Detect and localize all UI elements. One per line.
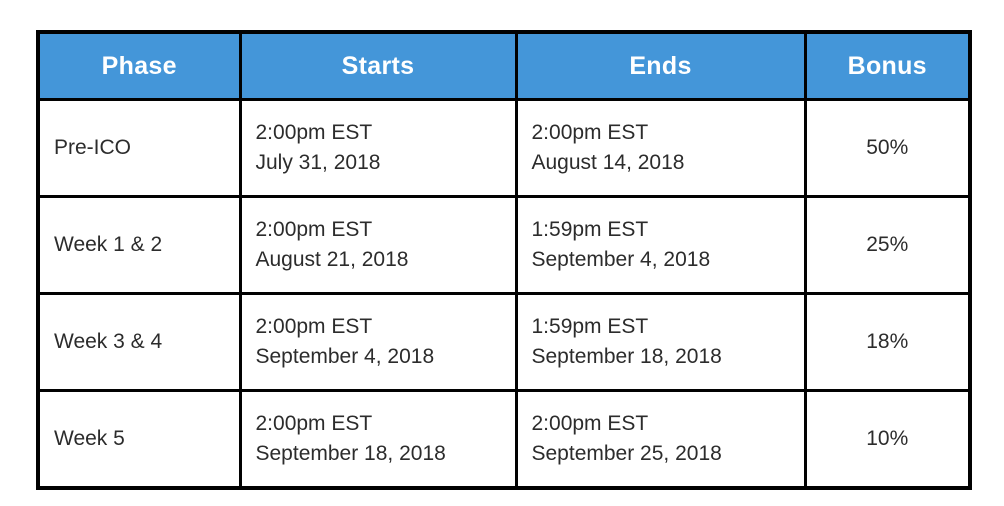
cell-starts: 2:00pm EST July 31, 2018 bbox=[238, 98, 518, 198]
table-header: Phase Starts Ends Bonus bbox=[36, 30, 972, 101]
ends-time: 2:00pm EST bbox=[531, 121, 649, 145]
ico-bonus-schedule-table: Phase Starts Ends Bonus Pre-ICO 2:00pm E… bbox=[36, 30, 972, 490]
cell-bonus: 18% bbox=[803, 292, 972, 392]
table-row: Week 5 2:00pm EST September 18, 2018 2:0… bbox=[36, 389, 972, 490]
ends-date: August 14, 2018 bbox=[531, 151, 685, 174]
starts-time: 2:00pm EST bbox=[255, 412, 373, 436]
page-root: Phase Starts Ends Bonus Pre-ICO 2:00pm E… bbox=[0, 0, 1004, 506]
starts-date: September 4, 2018 bbox=[255, 345, 435, 368]
column-header-starts: Starts bbox=[238, 30, 518, 101]
ends-date: September 25, 2018 bbox=[531, 442, 722, 465]
starts-time: 2:00pm EST bbox=[255, 315, 373, 339]
starts-date: September 18, 2018 bbox=[255, 442, 446, 465]
cell-starts: 2:00pm EST August 21, 2018 bbox=[238, 195, 518, 295]
cell-phase: Pre-ICO bbox=[36, 98, 242, 198]
cell-phase: Week 1 & 2 bbox=[36, 195, 242, 295]
cell-phase: Week 3 & 4 bbox=[36, 292, 242, 392]
table-row: Pre-ICO 2:00pm EST July 31, 2018 2:00pm … bbox=[36, 98, 972, 198]
cell-ends: 2:00pm EST August 14, 2018 bbox=[514, 98, 807, 198]
ends-time: 1:59pm EST bbox=[531, 315, 649, 339]
starts-time: 2:00pm EST bbox=[255, 218, 373, 242]
cell-ends: 2:00pm EST September 25, 2018 bbox=[514, 389, 807, 490]
ends-date: September 4, 2018 bbox=[531, 248, 711, 271]
table-row: Week 1 & 2 2:00pm EST August 21, 2018 1:… bbox=[36, 195, 972, 295]
table-header-row: Phase Starts Ends Bonus bbox=[36, 30, 972, 101]
cell-bonus: 25% bbox=[803, 195, 972, 295]
cell-ends: 1:59pm EST September 18, 2018 bbox=[514, 292, 807, 392]
column-header-ends: Ends bbox=[514, 30, 807, 101]
ends-time: 2:00pm EST bbox=[531, 412, 649, 436]
ends-date: September 18, 2018 bbox=[531, 345, 722, 368]
cell-bonus: 50% bbox=[803, 98, 972, 198]
cell-ends: 1:59pm EST September 4, 2018 bbox=[514, 195, 807, 295]
cell-starts: 2:00pm EST September 18, 2018 bbox=[238, 389, 518, 490]
cell-phase: Week 5 bbox=[36, 389, 242, 490]
cell-starts: 2:00pm EST September 4, 2018 bbox=[238, 292, 518, 392]
starts-time: 2:00pm EST bbox=[255, 121, 373, 145]
table-body: Pre-ICO 2:00pm EST July 31, 2018 2:00pm … bbox=[36, 98, 972, 490]
column-header-bonus: Bonus bbox=[803, 30, 972, 101]
table-row: Week 3 & 4 2:00pm EST September 4, 2018 … bbox=[36, 292, 972, 392]
cell-bonus: 10% bbox=[803, 389, 972, 490]
ends-time: 1:59pm EST bbox=[531, 218, 649, 242]
starts-date: July 31, 2018 bbox=[255, 151, 381, 174]
column-header-phase: Phase bbox=[36, 30, 242, 101]
starts-date: August 21, 2018 bbox=[255, 248, 409, 271]
